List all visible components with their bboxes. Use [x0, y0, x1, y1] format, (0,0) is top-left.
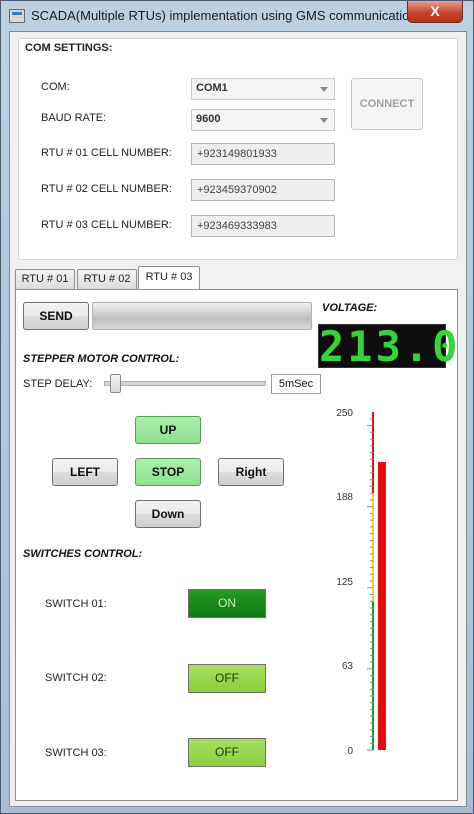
- step-delay-slider-thumb[interactable]: [110, 374, 121, 393]
- rtu3-cell-label: RTU # 03 CELL NUMBER:: [41, 219, 172, 231]
- step-delay-label: STEP DELAY:: [23, 378, 93, 390]
- switch-02-toggle[interactable]: OFF: [188, 664, 266, 693]
- tab-rtu-02[interactable]: RTU # 02: [77, 269, 137, 289]
- rtu2-cell-input[interactable]: +923459370902: [191, 179, 335, 201]
- rtu2-cell-label: RTU # 02 CELL NUMBER:: [41, 183, 172, 195]
- close-button[interactable]: X: [407, 1, 463, 23]
- switch-03-toggle[interactable]: OFF: [188, 738, 266, 767]
- rtu3-cell-input[interactable]: +923469333983: [191, 215, 335, 237]
- connect-button[interactable]: CONNECT: [351, 78, 423, 130]
- chevron-down-icon: [320, 118, 328, 123]
- switch-01-toggle[interactable]: ON: [188, 589, 266, 618]
- voltage-gauge: 250 188 125 63 0: [336, 408, 389, 757]
- up-button[interactable]: UP: [135, 416, 201, 444]
- rtu1-cell-label: RTU # 01 CELL NUMBER:: [41, 147, 172, 159]
- baud-rate-select[interactable]: 9600: [191, 109, 335, 131]
- com-settings-group: COM SETTINGS: COM: COM1 BAUD RATE: 9600 …: [18, 38, 458, 260]
- tab-rtu-03[interactable]: RTU # 03: [138, 266, 200, 289]
- gauge-tick-label-188: 188: [336, 492, 353, 503]
- step-delay-slider-track[interactable]: [104, 381, 266, 386]
- app-window: SCADA(Multiple RTUs) implementation usin…: [0, 0, 474, 814]
- send-progress-bar: [92, 302, 312, 330]
- switch-03-label: SWITCH 03:: [45, 747, 107, 759]
- com-settings-title: COM SETTINGS:: [25, 42, 113, 54]
- gauge-tick-label-250: 250: [336, 408, 353, 419]
- com-port-value: COM1: [196, 82, 228, 94]
- switches-control-title: SWITCHES CONTROL:: [23, 548, 143, 560]
- stop-button[interactable]: STOP: [135, 458, 201, 486]
- step-delay-value: 5mSec: [271, 374, 321, 394]
- baud-rate-value: 9600: [196, 113, 221, 125]
- gauge-level-bar: [378, 462, 386, 750]
- app-window-icon: [9, 9, 25, 23]
- down-button[interactable]: Down: [135, 500, 201, 528]
- stepper-motor-title: STEPPER MOTOR CONTROL:: [23, 353, 180, 365]
- rtu-03-panel: SEND VOLTAGE: 213.0 STEPPER MOTOR CONTRO…: [15, 289, 458, 801]
- left-button[interactable]: LEFT: [52, 458, 118, 486]
- title-bar[interactable]: SCADA(Multiple RTUs) implementation usin…: [1, 1, 473, 31]
- chevron-down-icon: [320, 87, 328, 92]
- tab-rtu-01[interactable]: RTU # 01: [15, 269, 75, 289]
- rtu1-cell-input[interactable]: +923149801933: [191, 143, 335, 165]
- com-label: COM:: [41, 81, 70, 93]
- baud-rate-label: BAUD RATE:: [41, 112, 107, 124]
- voltage-lcd-display: 213.0: [318, 322, 461, 371]
- gauge-tick-label-125: 125: [336, 577, 353, 588]
- voltage-label: VOLTAGE:: [322, 302, 378, 314]
- window-title: SCADA(Multiple RTUs) implementation usin…: [31, 8, 417, 23]
- switch-01-label: SWITCH 01:: [45, 598, 107, 610]
- right-button[interactable]: Right: [218, 458, 284, 486]
- switch-02-label: SWITCH 02:: [45, 672, 107, 684]
- com-port-select[interactable]: COM1: [191, 78, 335, 100]
- gauge-tick-label-63: 63: [342, 661, 354, 672]
- gauge-tick-label-0: 0: [347, 746, 353, 757]
- send-button[interactable]: SEND: [23, 302, 89, 330]
- client-area: COM SETTINGS: COM: COM1 BAUD RATE: 9600 …: [9, 31, 467, 807]
